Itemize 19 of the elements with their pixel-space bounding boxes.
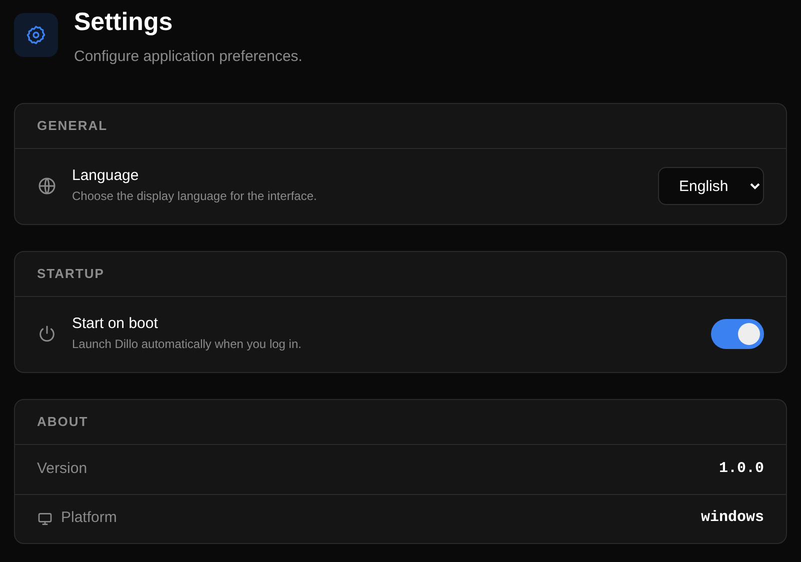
setting-description: Choose the display language for the interface.	[72, 188, 318, 205]
section-heading: STARTUP	[37, 264, 104, 283]
language-select[interactable]: English	[658, 167, 764, 205]
globe-icon	[37, 176, 57, 196]
page-title: Settings	[74, 8, 174, 36]
page-subtitle: Configure application preferences.	[74, 47, 302, 67]
setting-label: Start on boot	[72, 315, 159, 332]
section-heading: ABOUT	[37, 412, 88, 431]
setting-label: Language	[72, 167, 140, 184]
info-label: Platform	[61, 508, 118, 528]
info-label: Version	[37, 458, 88, 479]
info-value: windows	[700, 508, 764, 528]
info-value: 1.0.0	[718, 458, 764, 479]
setting-description: Launch Dillo automatically when you log in.	[72, 336, 302, 353]
toggle-switch[interactable]	[711, 319, 764, 349]
monitor-icon	[37, 510, 53, 526]
section-heading: GENERAL	[37, 116, 108, 135]
power-icon	[37, 324, 57, 344]
settings-icon	[14, 13, 58, 57]
